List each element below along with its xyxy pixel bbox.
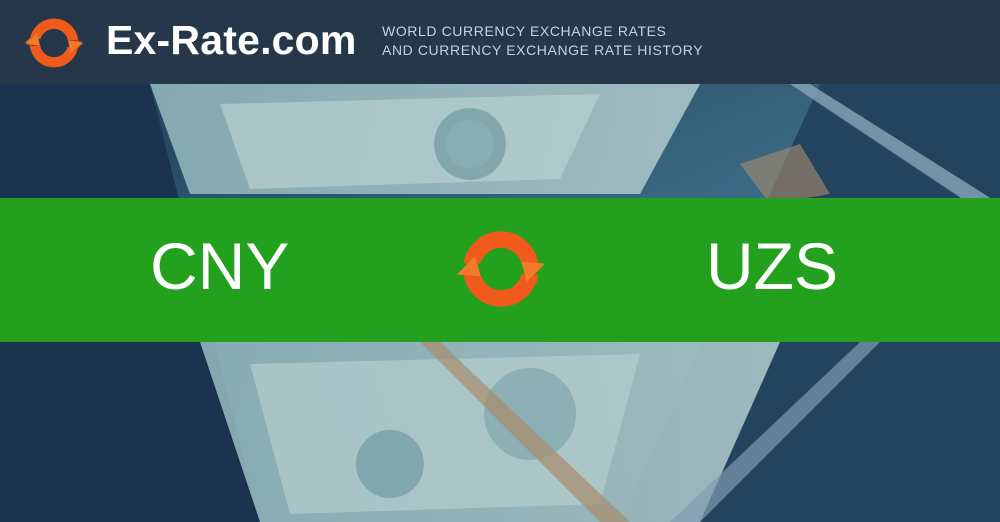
currency-pair-banner: CNY UZS <box>0 198 1000 342</box>
site-name[interactable]: Ex-Rate.com <box>106 14 357 66</box>
to-currency-code[interactable]: UZS <box>706 226 838 306</box>
site-tagline: WORLD CURRENCY EXCHANGE RATES AND CURREN… <box>382 22 703 60</box>
tagline-line-1: WORLD CURRENCY EXCHANGE RATES <box>382 23 667 39</box>
site-header: Ex-Rate.com WORLD CURRENCY EXCHANGE RATE… <box>0 0 1000 84</box>
rotating-arrows-icon[interactable] <box>455 223 547 315</box>
from-currency-code[interactable]: CNY <box>150 226 289 306</box>
rotating-arrows-icon[interactable] <box>22 11 86 75</box>
tagline-line-2: AND CURRENCY EXCHANGE RATE HISTORY <box>382 42 704 58</box>
